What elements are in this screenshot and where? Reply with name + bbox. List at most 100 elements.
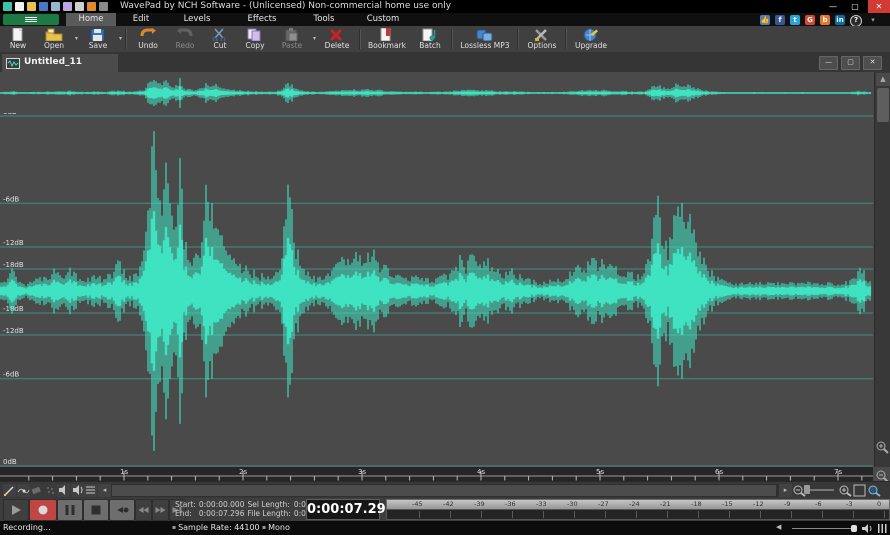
tab-edit[interactable]: Edit (116, 13, 166, 26)
db-grid-label: -18dB (3, 305, 24, 313)
monitor-speaker-button[interactable] (71, 484, 84, 497)
start-label: Start: (175, 500, 199, 509)
options-icon (533, 28, 551, 41)
timeline-label: 4s (477, 468, 485, 476)
sample-rate-status[interactable]: ▪Sample Rate: 44100 (172, 523, 260, 532)
cut-button[interactable]: Cut (205, 27, 235, 51)
eraser-tool-icon (30, 484, 43, 497)
save-button[interactable]: Save▾ (81, 27, 115, 51)
undo-button[interactable]: Undo (131, 27, 165, 51)
region-list-button[interactable] (84, 484, 97, 497)
volume-down-icon[interactable]: ◀ (776, 523, 781, 531)
db-grid-label: 0dB (3, 458, 17, 466)
close-button[interactable]: ✕ (868, 0, 890, 13)
twitter-icon[interactable]: t (790, 15, 800, 25)
options-button[interactable]: Options (523, 27, 561, 51)
meter-tick (667, 511, 668, 518)
scroll-right-icon[interactable]: ▸ (779, 484, 792, 497)
dropdown-arrow-icon[interactable]: ▾ (119, 35, 122, 42)
doc-minimize-button[interactable]: — (819, 56, 838, 70)
blog-icon[interactable]: b (820, 15, 830, 25)
zoom-slider[interactable] (806, 489, 834, 491)
meter-tick (822, 511, 823, 518)
tab-home[interactable]: Home (66, 13, 116, 26)
draw-tool-button[interactable] (3, 484, 16, 497)
volume-slider-thumb[interactable] (851, 525, 857, 532)
upgrade-button[interactable]: Upgrade (571, 27, 611, 51)
facebook-icon[interactable]: f (775, 15, 785, 25)
zoom-in-icon[interactable] (838, 484, 852, 497)
dropdown-arrow-icon[interactable]: ▾ (75, 35, 78, 42)
copy-button[interactable]: Copy (239, 27, 271, 51)
timeline-ruler[interactable]: 1s2s3s4s5s6s7s (0, 467, 873, 481)
skip-back-button[interactable] (109, 499, 135, 521)
fast-forward-button[interactable] (152, 499, 169, 521)
undo-icon[interactable] (87, 2, 96, 11)
new-icon[interactable] (15, 2, 24, 11)
toolbar-label: Options (523, 41, 561, 50)
redo-icon[interactable] (99, 2, 108, 11)
batch-button[interactable]: Batch (413, 27, 447, 51)
vertical-scroll-thumb[interactable] (877, 88, 889, 122)
meter-db-label: -36 (505, 500, 516, 509)
minimize-button[interactable]: — (822, 0, 844, 13)
meter-tick (698, 511, 699, 518)
db-grid-label: -18dB (3, 261, 24, 269)
tab-tools[interactable]: Tools (296, 13, 352, 26)
play-button[interactable] (3, 499, 29, 521)
skipback-icon (110, 500, 134, 520)
new-button[interactable]: New (3, 27, 33, 51)
delete-button[interactable]: Delete (319, 27, 355, 51)
lossless-mp3-button[interactable]: Lossless MP3 (457, 27, 513, 51)
meter-tick (450, 511, 451, 518)
record-button[interactable] (29, 499, 57, 521)
more-social-arrow-icon[interactable]: ▾ (868, 15, 878, 25)
zoom-selection-icon[interactable] (867, 484, 881, 497)
meter-db-label: -15 (722, 500, 733, 509)
file-overview-strip[interactable] (0, 72, 873, 113)
level-meter-bar (386, 509, 890, 520)
zoom-slider-knob[interactable] (804, 485, 810, 494)
meter-toggle-icon[interactable] (878, 524, 887, 533)
tab-levels[interactable]: Levels (166, 13, 228, 26)
doc-restore-button[interactable]: ▢ (841, 56, 860, 70)
scroll-up-icon[interactable]: ▲ (876, 73, 890, 86)
scroll-left-icon[interactable]: ◂ (98, 484, 111, 497)
save-icon[interactable] (39, 2, 48, 11)
envelope-tool-button[interactable] (17, 484, 30, 497)
pause-button[interactable] (57, 499, 83, 521)
toolbar-label: Upgrade (571, 41, 611, 50)
main-waveform-view[interactable]: 0dB0dB-6dB-6dB-12dB-12dB-18dB-18dB (0, 113, 873, 467)
level-meter-scale: -45-42-39-36-33-30-27-24-21-18-15-12-9-6… (386, 499, 890, 509)
vertical-scrollbar[interactable]: ▲ (874, 72, 890, 467)
like-icon[interactable]: 👍 (760, 15, 770, 25)
bookmark-icon (378, 28, 396, 41)
dropdown-arrow-icon[interactable]: ▾ (313, 35, 316, 42)
open-button[interactable]: Open▾ (37, 27, 71, 51)
scrub-tool-button[interactable] (57, 484, 70, 497)
speaker-icon[interactable] (862, 524, 874, 533)
vertical-zoom-in-icon[interactable] (875, 440, 889, 454)
horizontal-scrollbar[interactable]: ◂ ▸ (98, 484, 792, 497)
stop-button[interactable] (83, 499, 109, 521)
copy-icon[interactable] (63, 2, 72, 11)
rewind-button[interactable] (135, 499, 152, 521)
channels-status[interactable]: ▪Mono (262, 523, 290, 532)
main-menu-button[interactable] (3, 14, 59, 25)
open-icon[interactable] (27, 2, 36, 11)
horizontal-scroll-thumb[interactable] (112, 485, 776, 496)
toolbar-separator (451, 29, 453, 49)
volume-slider[interactable] (792, 528, 854, 529)
linkedin-icon[interactable]: in (835, 15, 845, 25)
bookmark-button[interactable]: Bookmark (365, 27, 409, 51)
tab-custom[interactable]: Custom (352, 13, 414, 26)
doc-close-button[interactable]: ✕ (863, 56, 882, 70)
paste-icon[interactable] (75, 2, 84, 11)
googleplus-icon[interactable]: G (805, 15, 815, 25)
cut-icon[interactable] (51, 2, 60, 11)
tab-effects[interactable]: Effects (228, 13, 296, 26)
maximize-button[interactable]: ▢ (844, 0, 866, 13)
document-tab[interactable]: Untitled_11 (2, 54, 118, 72)
zoom-full-icon[interactable] (853, 484, 867, 497)
toolbar-label: Batch (413, 41, 447, 50)
